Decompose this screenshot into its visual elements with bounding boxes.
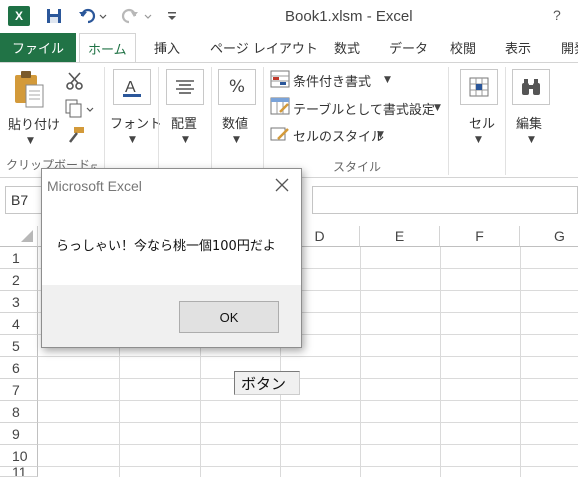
font-icon[interactable]: A <box>113 69 151 105</box>
tab-data[interactable]: データ <box>389 33 428 62</box>
ribbon: 貼り付け ▼ クリップボード A フォント ▼ 配置 ▼ % 数値 ▼ 条件付き… <box>0 62 578 178</box>
row-header[interactable]: 7 <box>0 379 38 401</box>
font-button[interactable]: フォント <box>110 113 162 132</box>
conditional-format-button[interactable]: 条件付き書式 <box>293 71 371 90</box>
tab-home[interactable]: ホーム <box>79 33 136 63</box>
column-header-g[interactable]: G <box>520 226 578 247</box>
ok-button[interactable]: OK <box>179 301 279 333</box>
tab-file[interactable]: ファイル <box>0 33 76 62</box>
title-bar: X Book1.xlsm - Excel ? <box>0 0 578 33</box>
row-header[interactable]: 11 <box>0 467 38 477</box>
paste-icon[interactable] <box>12 69 46 111</box>
save-icon[interactable] <box>43 5 65 27</box>
alignment-dropdown-icon[interactable]: ▼ <box>182 135 189 145</box>
dialog-title: Microsoft Excel <box>47 178 142 194</box>
customize-qat-icon[interactable] <box>164 5 180 27</box>
sheet-form-button[interactable]: ボタン <box>234 371 300 395</box>
format-as-table-button[interactable]: テーブルとして書式設定 <box>293 99 435 118</box>
column-header-e[interactable]: E <box>360 226 440 247</box>
format-as-table-icon <box>270 97 290 115</box>
svg-text:A: A <box>125 79 136 96</box>
tab-review[interactable]: 校閲 <box>450 33 476 62</box>
editing-dropdown-icon[interactable]: ▼ <box>528 135 535 145</box>
number-button[interactable]: 数値 <box>222 113 248 132</box>
document-title: Book1.xlsm - Excel <box>285 8 413 25</box>
tab-view[interactable]: 表示 <box>505 33 531 62</box>
help-icon[interactable]: ? <box>553 7 561 23</box>
editing-button[interactable]: 編集 <box>516 113 542 132</box>
formula-input[interactable] <box>312 186 578 214</box>
cells-button[interactable]: セル <box>469 113 495 132</box>
row-header[interactable]: 8 <box>0 401 38 423</box>
align-icon[interactable] <box>166 69 204 105</box>
number-dropdown-icon[interactable]: ▼ <box>233 135 240 145</box>
dialog-footer: OK <box>42 285 301 347</box>
excel-logo-icon: X <box>8 6 30 26</box>
binoculars-icon[interactable] <box>512 69 550 105</box>
cell-styles-button[interactable]: セルのスタイル <box>293 126 384 145</box>
undo-icon[interactable] <box>77 5 109 27</box>
cells-dropdown-icon[interactable]: ▼ <box>475 135 482 145</box>
row-header[interactable]: 3 <box>0 291 38 313</box>
cut-icon[interactable] <box>65 71 85 91</box>
paste-dropdown-icon[interactable]: ▼ <box>27 136 34 146</box>
format-painter-icon[interactable] <box>66 126 86 144</box>
redo-icon[interactable] <box>120 5 154 27</box>
paste-button[interactable]: 貼り付け <box>8 114 60 133</box>
conditional-format-icon <box>270 70 290 88</box>
message-box-dialog: Microsoft Excel らっしゃい！今なら桃一個100円だよ OK <box>41 168 302 348</box>
tab-insert[interactable]: 挿入 <box>154 33 180 62</box>
conditional-format-dropdown-icon[interactable]: ▼ <box>384 75 391 85</box>
row-header[interactable]: 9 <box>0 423 38 445</box>
cell-styles-icon <box>270 125 290 143</box>
column-header-f[interactable]: F <box>440 226 520 247</box>
tab-developer[interactable]: 開発 <box>561 33 578 62</box>
ribbon-tabs: ファイル ホーム 挿入 ページ レイアウト 数式 データ 校閲 表示 開発 <box>0 33 578 63</box>
row-header[interactable]: 2 <box>0 269 38 291</box>
tab-formulas[interactable]: 数式 <box>334 33 360 62</box>
close-icon[interactable] <box>270 174 294 196</box>
row-header[interactable]: 4 <box>0 313 38 335</box>
row-header[interactable]: 5 <box>0 335 38 357</box>
row-header[interactable]: 1 <box>0 247 38 269</box>
font-dropdown-icon[interactable]: ▼ <box>129 135 136 145</box>
tab-page-layout[interactable]: ページ レイアウト <box>210 33 318 62</box>
row-header[interactable]: 6 <box>0 357 38 379</box>
name-box[interactable]: B7 <box>5 186 45 214</box>
cell-styles-dropdown-icon[interactable]: ▼ <box>377 130 384 140</box>
percent-icon[interactable]: % <box>218 69 256 105</box>
dialog-message: らっしゃい！今なら桃一個100円だよ <box>56 239 276 254</box>
select-all-corner[interactable] <box>0 226 38 247</box>
row-header[interactable]: 10 <box>0 445 38 467</box>
copy-icon[interactable] <box>65 99 95 119</box>
format-as-table-dropdown-icon[interactable]: ▼ <box>434 103 441 113</box>
cells-icon[interactable] <box>460 69 498 105</box>
alignment-button[interactable]: 配置 <box>171 113 197 132</box>
styles-group-label: スタイル <box>333 160 382 174</box>
